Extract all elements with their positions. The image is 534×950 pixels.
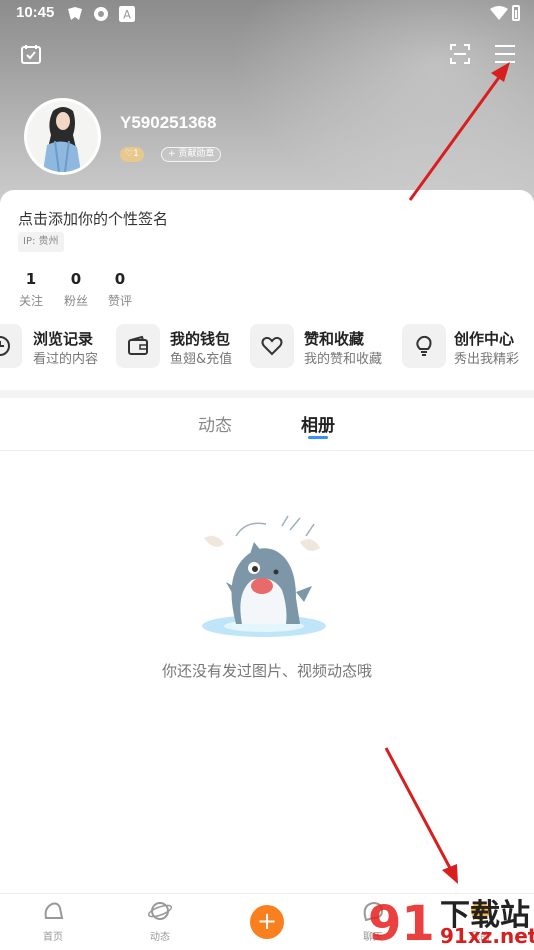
- stat-value: 1: [25, 270, 37, 288]
- quick-action-subtitle: 鱼翅&充值: [170, 352, 233, 367]
- tab-moments[interactable]: 动态: [198, 411, 232, 436]
- avatar[interactable]: [24, 98, 101, 175]
- a-notification-icon: A: [119, 6, 135, 22]
- aperture-notification-icon: [94, 7, 108, 21]
- quick-action-subtitle: 看过的内容: [33, 352, 99, 367]
- annotation-arrow-to-profile: [384, 747, 452, 869]
- tab-album[interactable]: 相册: [301, 411, 335, 436]
- scan-icon[interactable]: [449, 43, 471, 65]
- stat-label: 赞评: [107, 294, 132, 308]
- level-badge[interactable]: ♡1: [120, 147, 144, 162]
- site-watermark: 91 下载站 91xz.net: [368, 888, 534, 950]
- heart-icon: [261, 336, 283, 356]
- lightbulb-icon: [416, 335, 432, 356]
- quick-action-title: 赞和收藏: [304, 330, 365, 348]
- quick-action-history[interactable]: 浏览记录 看过的内容: [0, 324, 102, 370]
- quick-action-title: 创作中心: [454, 330, 515, 348]
- quick-action-creator-center[interactable]: 创作中心 秀出我精彩: [402, 324, 534, 370]
- quick-action-likes-favorites[interactable]: 赞和收藏 我的赞和收藏: [250, 324, 390, 370]
- tab-bar-divider: [0, 450, 534, 451]
- home-icon: [44, 902, 64, 919]
- stat-label: 关注: [18, 294, 43, 308]
- status-bar: 10:45 A: [0, 0, 534, 28]
- stat-following[interactable]: 1 关注: [16, 270, 46, 309]
- avatar-image: [27, 101, 98, 172]
- quick-action-icon-box: [402, 324, 446, 368]
- quick-action-subtitle: 秀出我精彩: [454, 352, 520, 367]
- app-notification-icon: [68, 7, 82, 20]
- status-time: 10:45: [16, 4, 55, 21]
- stat-label: 粉丝: [63, 294, 88, 308]
- quick-action-icon-box: [250, 324, 294, 368]
- nav-label: 动态: [150, 932, 170, 943]
- active-tab-indicator: [308, 436, 328, 439]
- quick-action-icon-box: [0, 324, 22, 368]
- watermark-domain: 91xz.net: [440, 924, 534, 948]
- svg-text:A: A: [123, 8, 131, 22]
- signature-prompt[interactable]: 点击添加你的个性签名: [18, 208, 168, 229]
- quick-action-title: 我的钱包: [170, 330, 231, 348]
- profile-card: 点击添加你的个性签名 IP: 贵州 1 关注 0 粉丝 0 赞评 浏览记录 看过…: [0, 190, 534, 390]
- add-post-button[interactable]: +: [250, 905, 284, 939]
- wifi-icon: [490, 6, 508, 20]
- battery-icon: [512, 5, 520, 21]
- stat-value: 0: [70, 270, 82, 288]
- watermark-logo: 91: [368, 896, 435, 950]
- nav-label: 首页: [43, 932, 63, 943]
- empty-state-text: 你还没有发过图片、视频动态哦: [161, 662, 372, 680]
- ip-location-tag: IP: 贵州: [18, 232, 64, 252]
- empty-shark-illustration: [202, 515, 326, 637]
- nav-moments[interactable]: 动态: [130, 900, 190, 943]
- check-in-calendar-icon[interactable]: [20, 43, 42, 65]
- quick-action-wallet[interactable]: 我的钱包 鱼翅&充值: [116, 324, 240, 370]
- add-icon: +: [256, 907, 278, 935]
- stat-value: 0: [114, 270, 126, 288]
- wallet-icon: [128, 335, 148, 355]
- quick-action-icon-box: [116, 324, 160, 368]
- quick-action-subtitle: 我的赞和收藏: [304, 352, 383, 367]
- menu-icon[interactable]: [494, 43, 516, 65]
- quick-action-title: 浏览记录: [33, 330, 94, 348]
- planet-icon: [147, 902, 173, 920]
- stat-likes[interactable]: 0 赞评: [105, 270, 135, 309]
- stat-followers[interactable]: 0 粉丝: [61, 270, 91, 309]
- clock-icon: [0, 336, 10, 356]
- medal-badge[interactable]: + 贡献勋章: [161, 147, 222, 162]
- username: Y590251368: [120, 113, 217, 132]
- nav-home[interactable]: 首页: [23, 900, 83, 943]
